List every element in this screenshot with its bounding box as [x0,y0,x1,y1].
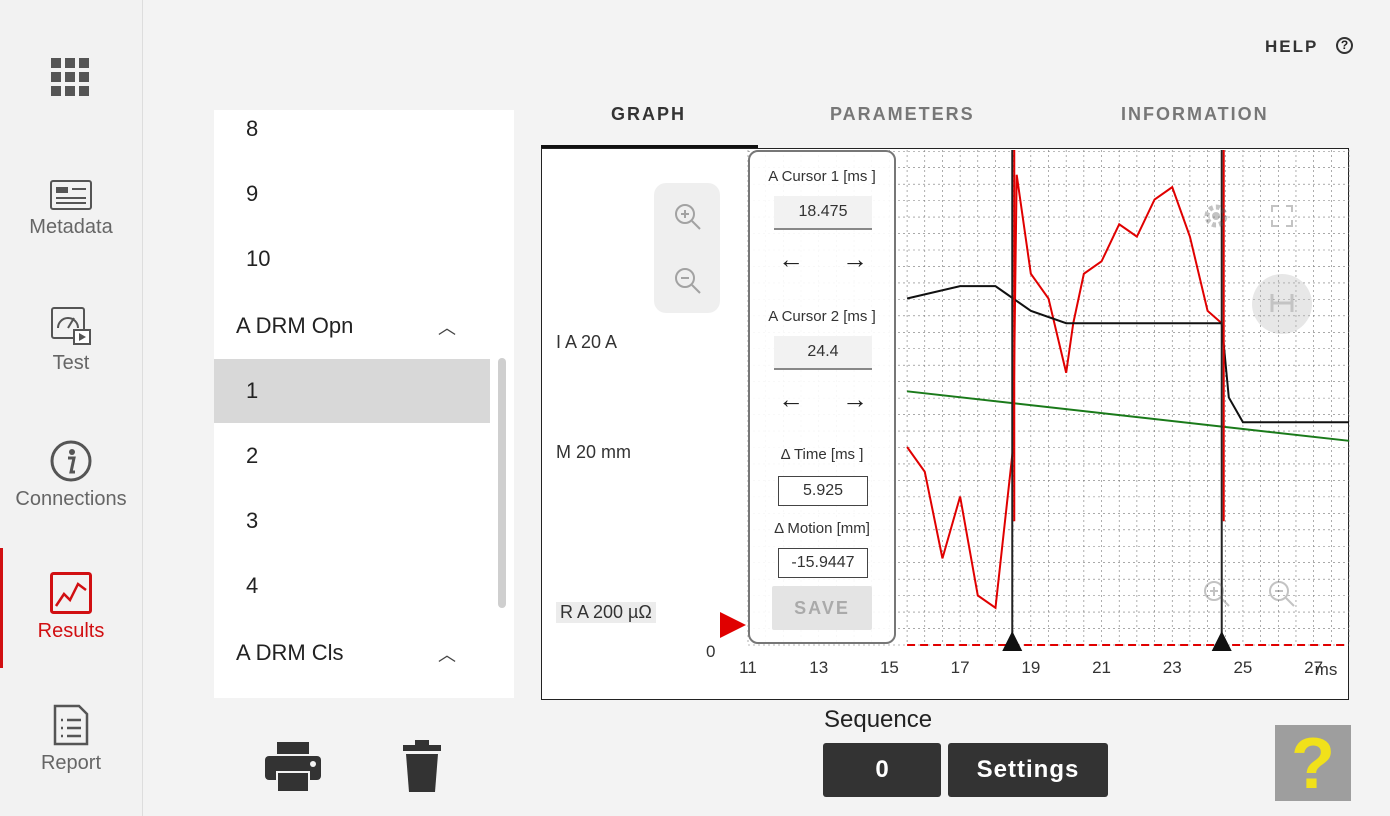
x-tick-label: 19 [1021,658,1040,677]
delta-motion-label: Δ Motion [mm] [774,520,870,537]
cursor-tool-icon[interactable] [1250,272,1314,336]
save-button[interactable]: SAVE [772,586,872,630]
sequence-value[interactable]: 0 [823,743,941,797]
gear-icon[interactable] [1202,202,1230,230]
series-line [906,174,1223,610]
delta-motion-value: -15.9447 [778,548,868,578]
channel-label-resistance: R A 200 µΩ [556,602,656,623]
x-tick-label: 15 [880,658,899,677]
cursor2-arrows: ← → [778,384,868,415]
cursor2-field[interactable]: 24.4 [774,336,872,370]
arrow-left-icon[interactable]: ← [778,244,804,275]
zoom-in-icon[interactable] [674,203,702,231]
settings-button[interactable]: Settings [948,743,1108,797]
x-tick-label: 25 [1233,658,1252,677]
x-axis-ticks: 11 13 15 17 19 21 23 25 27ms [739,658,1337,679]
x-tick-label: 13 [809,658,828,677]
x-tick-label: 21 [1092,658,1111,677]
cursor1-label: A Cursor 1 [ms ] [768,168,876,185]
x-tick-label: 11 [739,658,757,677]
help-button[interactable]: ? [1275,725,1351,803]
sequence-label: Sequence [824,706,933,733]
channel-label-motion: M 20 mm [556,442,632,462]
zoom-controls [654,183,720,313]
x-unit-label: ms [1315,660,1338,679]
zero-label: 0 [706,642,716,661]
waveform-plot[interactable]: 11 13 15 17 19 21 23 25 27ms [0,0,1390,816]
cursor2-label: A Cursor 2 [ms ] [768,308,876,325]
x-tick-label: 17 [951,658,970,677]
channel-label-current: I A 20 A [556,332,618,352]
x-tick-label: 23 [1163,658,1182,677]
delta-time-label: Δ Time [ms ] [780,446,864,463]
zoom-in-icon[interactable] [1203,580,1231,608]
arrow-right-icon[interactable]: → [842,384,868,415]
cursor1-field[interactable]: 18.475 [774,196,872,230]
channel-marker [720,612,746,638]
zoom-out-icon[interactable] [674,267,702,295]
cursor1-arrows: ← → [778,244,868,275]
zoom-out-icon[interactable] [1268,580,1296,608]
arrow-left-icon[interactable]: ← [778,384,804,415]
fullscreen-icon[interactable] [1270,204,1294,228]
cursor-marker [1211,631,1232,651]
series-line [906,390,1350,442]
cursor-panel: A Cursor 1 [ms ] 18.475 ← → A Cursor 2 [… [748,150,896,644]
cursor-marker [1002,631,1023,651]
arrow-right-icon[interactable]: → [842,244,868,275]
delta-time-value: 5.925 [778,476,868,506]
